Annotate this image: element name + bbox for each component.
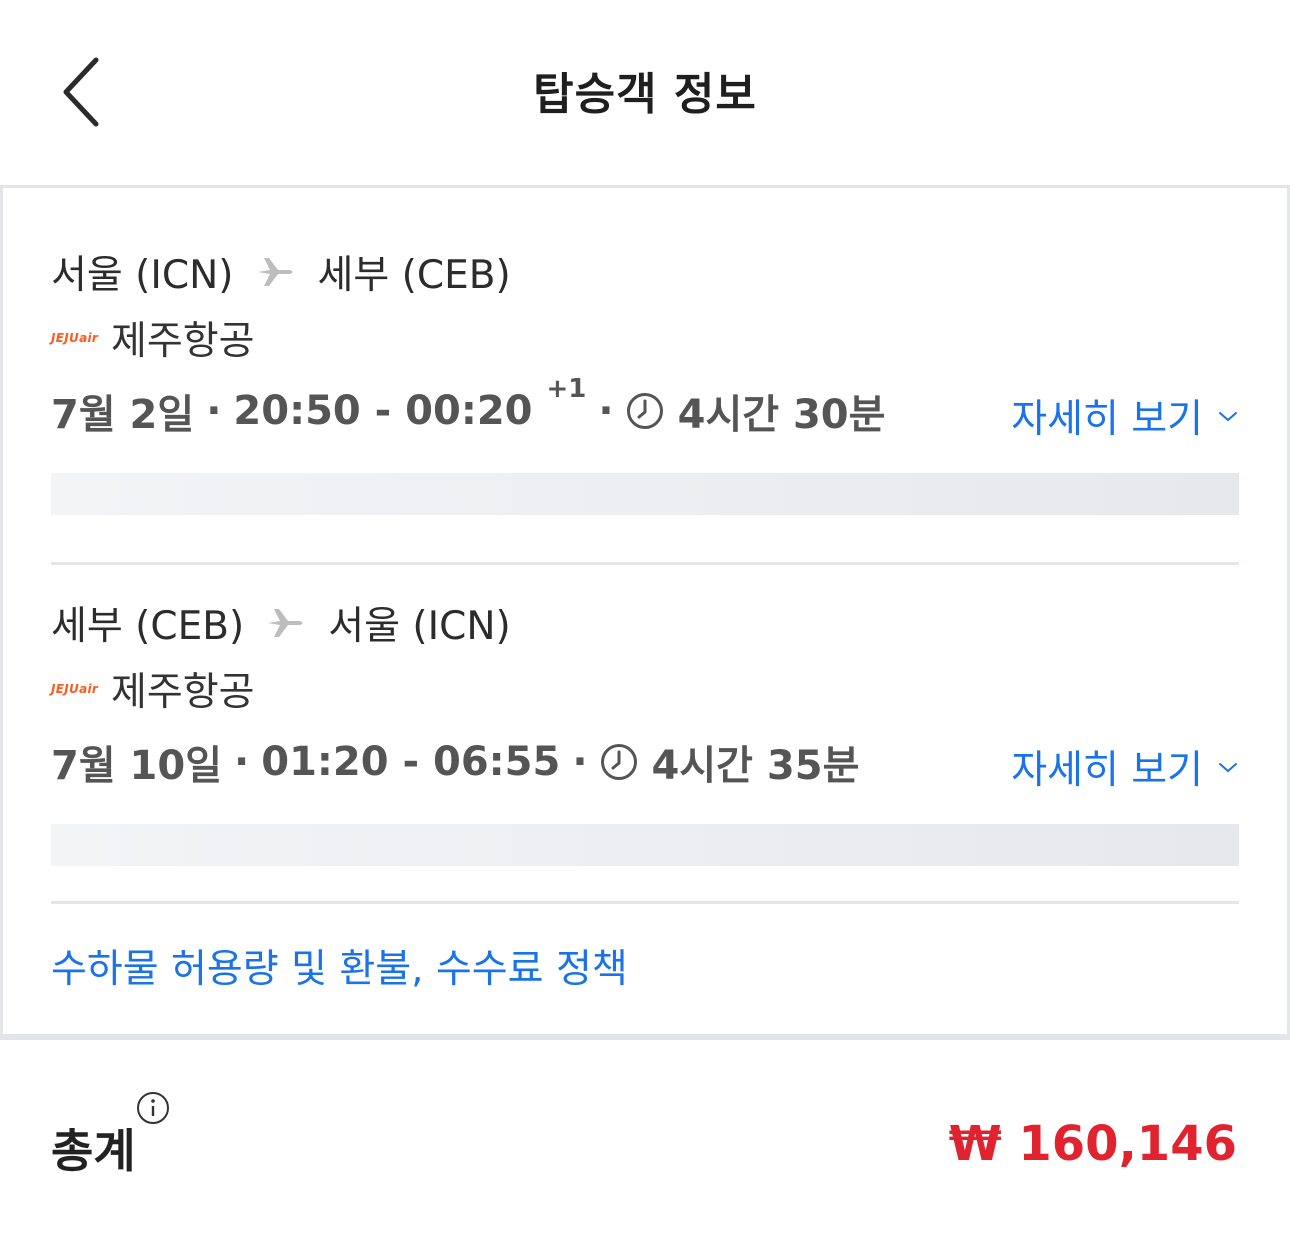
- route: 세부 (CEB) 서울 (ICN): [51, 595, 1239, 651]
- airline-name: 제주항공: [111, 319, 255, 364]
- info-icon[interactable]: [136, 1091, 170, 1125]
- time-range: 20:50 - 00:20: [233, 388, 533, 434]
- view-details-link[interactable]: 자세히 보기: [1011, 739, 1239, 795]
- header: 탑승객 정보: [0, 0, 1290, 186]
- total-label: 총계: [51, 1124, 136, 1178]
- destination: 세부 (CEB): [317, 253, 511, 298]
- clock-icon: [626, 393, 663, 429]
- airline-logo: JEJUair: [51, 331, 99, 345]
- origin: 서울 (ICN): [51, 253, 234, 298]
- loading-placeholder: [51, 824, 1239, 866]
- passenger-info-page: 탑승객 정보 서울 (ICN) 세부 (CEB) JEJUair 제주항공 7월…: [0, 0, 1290, 1233]
- airline: JEJUair 제주항공: [51, 661, 1239, 717]
- duration: 4시간 35분: [651, 743, 860, 789]
- plane-icon: [268, 609, 303, 637]
- route: 서울 (ICN) 세부 (CEB): [51, 244, 1239, 300]
- clock-icon: [600, 744, 637, 780]
- flight-date: 7월 2일: [51, 392, 195, 438]
- segment-divider: [51, 562, 1239, 565]
- page-title: 탑승객 정보: [533, 69, 757, 120]
- baggage-refund-policy-link[interactable]: 수하물 허용량 및 환불, 수수료 정책: [51, 938, 628, 994]
- total-amount: ₩ 160,146: [948, 1116, 1237, 1172]
- airline-name: 제주항공: [111, 670, 255, 715]
- section-divider: [51, 901, 1239, 904]
- flight-segment-return: 세부 (CEB) 서울 (ICN) JEJUair 제주항공 7월 10일 · …: [51, 595, 1239, 797]
- destination: 서울 (ICN): [328, 604, 511, 649]
- day-offset: +1: [546, 374, 587, 404]
- time-range: 01:20 - 06:55: [261, 739, 561, 785]
- loading-placeholder: [51, 473, 1239, 515]
- airline-logo: JEJUair: [51, 682, 99, 696]
- chevron-down-icon: [1219, 763, 1237, 773]
- plane-icon: [257, 258, 292, 286]
- origin: 세부 (CEB): [51, 604, 245, 649]
- card-bottom-border: [0, 1034, 1290, 1040]
- schedule: 7월 2일 · 20:50 - 00:20 +1 · 4시간 30분 자세히 보…: [51, 374, 1239, 446]
- duration: 4시간 30분: [677, 392, 886, 438]
- flight-segment-outbound: 서울 (ICN) 세부 (CEB) JEJUair 제주항공 7월 2일 · 2…: [51, 244, 1239, 446]
- schedule: 7월 10일 · 01:20 - 06:55 · 4시간 35분 자세히 보기: [51, 727, 1239, 797]
- view-details-link[interactable]: 자세히 보기: [1011, 388, 1239, 444]
- chevron-down-icon: [1219, 412, 1237, 422]
- airline: JEJUair 제주항공: [51, 310, 1239, 366]
- flight-date: 7월 10일: [51, 743, 223, 789]
